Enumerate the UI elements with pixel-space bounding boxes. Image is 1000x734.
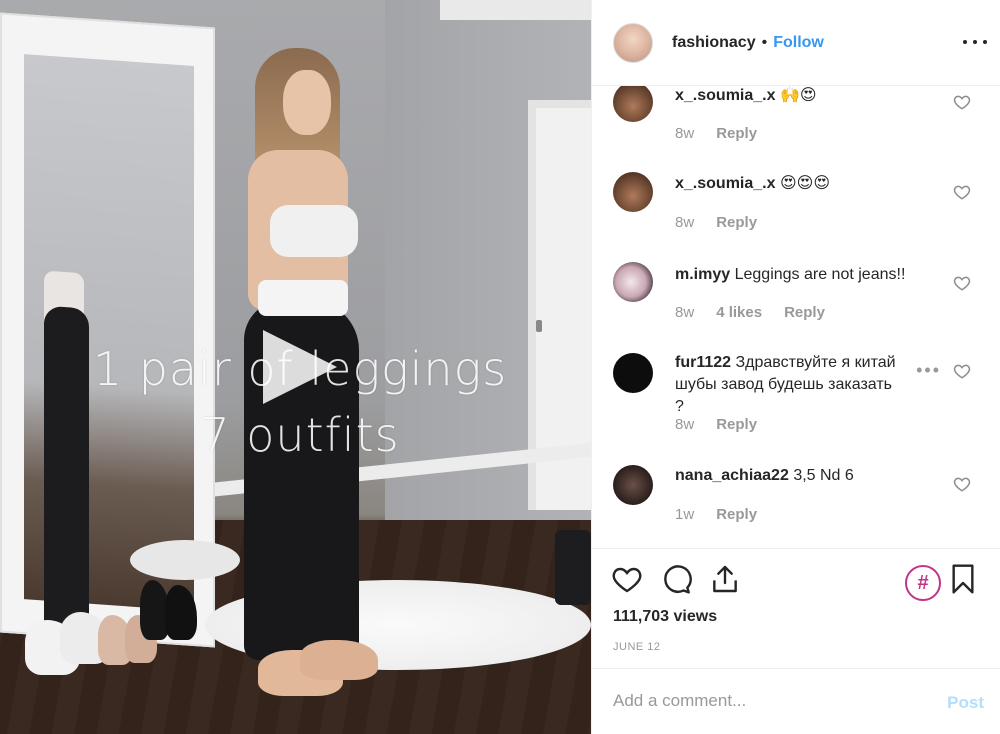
view-count[interactable]: 111,703 views	[613, 608, 717, 626]
comment-composer: Post	[592, 668, 1000, 734]
comment-item: x_.soumia_.x 🙌😍 8w Reply	[592, 86, 1000, 171]
comment-bubble-icon[interactable]	[660, 563, 692, 595]
scene-bag	[555, 530, 591, 605]
comment-likes[interactable]: 4 likes	[716, 304, 762, 321]
comment-text: fur1122 Здравствуйте я китай шубы завод …	[675, 352, 905, 418]
post-date[interactable]: JUNE 12	[613, 641, 661, 653]
comment-message: 😍😍😍	[779, 175, 830, 192]
bookmark-icon[interactable]	[947, 563, 979, 595]
avatar[interactable]	[613, 172, 653, 212]
comment-username[interactable]: x_.soumia_.x	[675, 87, 776, 104]
scene-small-rug	[130, 540, 240, 580]
avatar[interactable]	[613, 22, 653, 63]
comment-username[interactable]: x_.soumia_.x	[675, 175, 776, 192]
comment-input[interactable]	[613, 691, 913, 711]
comment-username[interactable]: m.imyy	[675, 266, 730, 283]
comment-item: fur1122 Здравствуйте я китай шубы завод …	[592, 352, 1000, 462]
comment-text: x_.soumia_.x 🙌😍	[675, 86, 920, 107]
reply-button[interactable]: Reply	[716, 506, 757, 523]
comment-text: x_.soumia_.x 😍😍😍	[675, 173, 920, 195]
comment-meta: 8w Reply	[675, 125, 757, 142]
comment-message: Leggings are not jeans!!	[734, 266, 906, 283]
comment-meta: 1w Reply	[675, 506, 757, 523]
comment-meta: 8w Reply	[675, 214, 757, 231]
scene-mirror-glass	[24, 54, 194, 629]
scene-ceiling	[440, 0, 591, 20]
header-username[interactable]: fashionacy	[672, 34, 756, 52]
reply-button[interactable]: Reply	[716, 125, 757, 142]
comment-message: 🙌😍	[779, 87, 817, 104]
action-bar: #	[592, 548, 1000, 601]
video-caption-line2: 7 outfits	[200, 408, 400, 462]
heart-icon[interactable]	[953, 362, 971, 380]
heart-icon[interactable]	[953, 183, 971, 201]
comment-meta: 8w Reply	[675, 416, 757, 433]
person-face	[283, 70, 331, 135]
comment-meta: 8w 4 likes Reply	[675, 304, 825, 321]
comment-text: nana_achiaa22 3,5 Nd 6	[675, 465, 920, 487]
avatar[interactable]	[613, 86, 653, 122]
person-waistband	[258, 280, 348, 316]
comment-age[interactable]: 8w	[675, 416, 694, 433]
avatar[interactable]	[613, 353, 653, 393]
share-icon[interactable]	[709, 563, 741, 595]
avatar[interactable]	[613, 262, 653, 302]
comment-item: m.imyy Leggings are not jeans!! 8w 4 lik…	[592, 262, 1000, 349]
heart-icon[interactable]	[953, 475, 971, 493]
post-video[interactable]: 1 pair of leggings 7 outfits	[0, 0, 591, 734]
reply-button[interactable]: Reply	[784, 304, 825, 321]
comment-age[interactable]: 8w	[675, 125, 694, 142]
comment-age[interactable]: 8w	[675, 304, 694, 321]
header-separator: •	[761, 33, 768, 51]
avatar[interactable]	[613, 465, 653, 505]
person-top	[270, 205, 358, 257]
play-icon[interactable]	[253, 322, 343, 412]
comment-list[interactable]: x_.soumia_.x 🙌😍 8w Reply x_.soumia_.x 😍😍…	[592, 86, 1000, 548]
person-foot	[300, 640, 378, 680]
post-button[interactable]: Post	[947, 693, 984, 713]
reply-button[interactable]: Reply	[716, 214, 757, 231]
post-header: fashionacy • Follow	[592, 0, 1000, 86]
hashtag-icon[interactable]: #	[905, 565, 941, 601]
reply-button[interactable]: Reply	[716, 416, 757, 433]
comment-age[interactable]: 8w	[675, 214, 694, 231]
more-horizontal-icon[interactable]	[963, 30, 987, 54]
comment-username[interactable]: fur1122	[675, 354, 731, 371]
post-panel: fashionacy • Follow x_.soumia_.x 🙌😍 8w R…	[591, 0, 1000, 734]
scene-door-knob	[536, 320, 542, 332]
comment-message: 3,5 Nd 6	[793, 467, 854, 484]
heart-icon[interactable]	[953, 274, 971, 292]
comment-item: x_.soumia_.x 😍😍😍 8w Reply	[592, 172, 1000, 259]
comment-text: m.imyy Leggings are not jeans!!	[675, 264, 920, 286]
comment-username[interactable]: nana_achiaa22	[675, 467, 789, 484]
heart-icon[interactable]	[611, 563, 643, 595]
comment-item: nana_achiaa22 3,5 Nd 6 1w Reply	[592, 464, 1000, 548]
heart-icon[interactable]	[953, 93, 971, 111]
follow-button[interactable]: Follow	[773, 34, 824, 52]
comment-age[interactable]: 1w	[675, 506, 694, 523]
more-horizontal-icon[interactable]: •••	[916, 360, 941, 381]
